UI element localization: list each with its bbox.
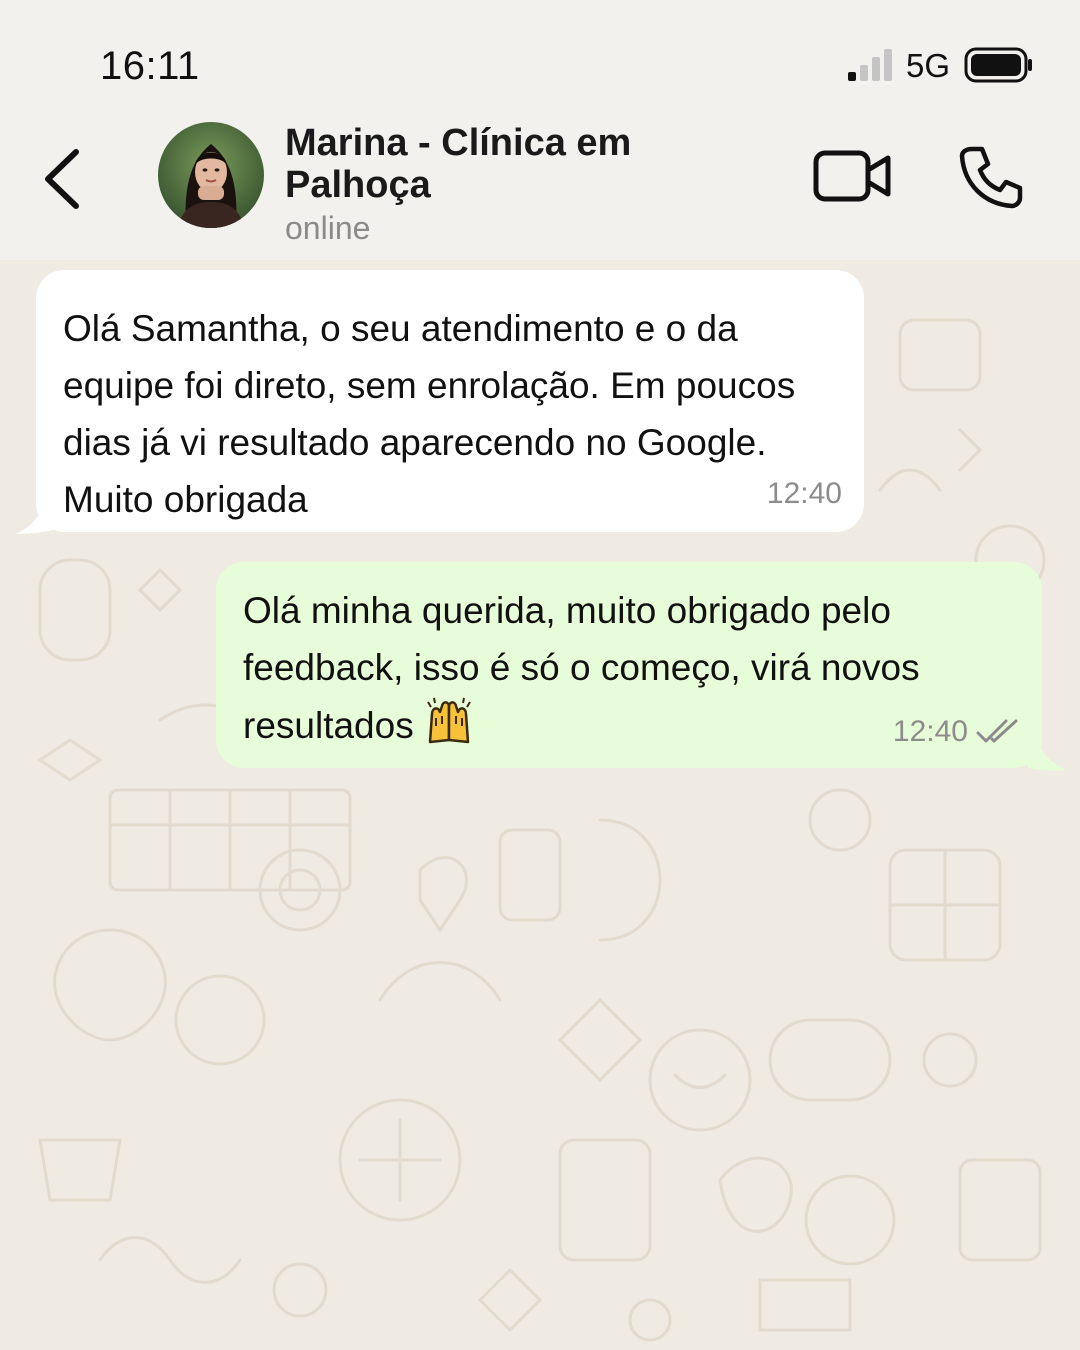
contact-name[interactable]: Marina - Clínica em Palhoça (285, 122, 725, 206)
status-time: 16:11 (100, 44, 200, 88)
outgoing-message-bubble[interactable]: Olá minha querida, muito obrigado pelo f… (216, 562, 1042, 768)
message-text: Olá Samantha, o seu atendimento e o da e… (63, 308, 796, 520)
read-double-check-icon (976, 719, 1018, 742)
message-time: 12:40 (892, 715, 968, 748)
video-call-icon[interactable] (812, 148, 894, 204)
status-bar: 16:11 5G (0, 0, 1080, 110)
chat-header: Marina - Clínica em Palhoça online (0, 110, 1080, 260)
message-time: 12:40 (766, 477, 842, 510)
cellular-signal-icon (848, 49, 892, 81)
network-type: 5G (906, 47, 951, 84)
avatar[interactable] (158, 122, 264, 228)
chat-area[interactable]: Olá Samantha, o seu atendimento e o da e… (0, 260, 1080, 1350)
battery-icon (964, 47, 1032, 83)
back-chevron-icon[interactable] (36, 144, 92, 214)
raising-hands-emoji-icon (427, 697, 471, 744)
phone-call-icon[interactable] (958, 144, 1024, 210)
incoming-message-bubble[interactable]: Olá Samantha, o seu atendimento e o da e… (36, 270, 864, 532)
message-meta: 12:40 (893, 703, 1020, 760)
contact-status: online (285, 210, 371, 246)
message-text: Olá minha querida, muito obrigado pelo f… (243, 590, 920, 746)
